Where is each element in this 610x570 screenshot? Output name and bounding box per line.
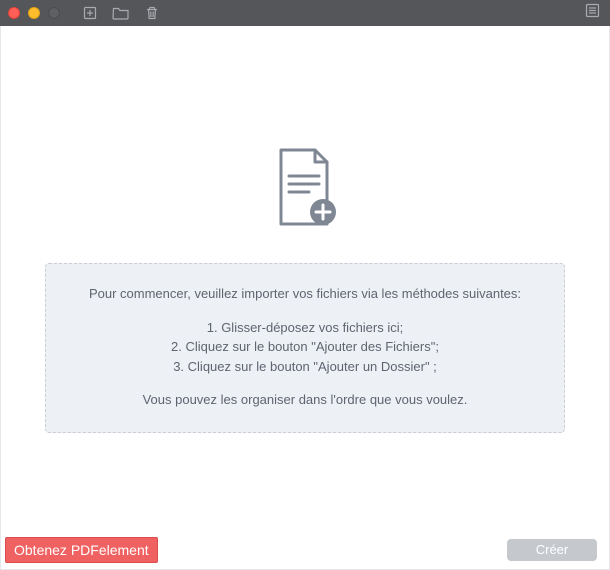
promo-button[interactable]: Obtenez PDFelement [5,537,158,563]
instruction-step-2: 2. Cliquez sur le bouton "Ajouter des Fi… [62,337,548,357]
add-file-icon[interactable] [82,5,98,21]
instructions-heading: Pour commencer, veuillez importer vos fi… [62,284,548,304]
instructions-footer: Vous pouvez les organiser dans l'ordre q… [62,390,548,410]
titlebar [0,0,610,26]
window-controls [8,7,60,19]
instructions-box: Pour commencer, veuillez importer vos fi… [45,263,565,433]
content-area: Pour commencer, veuillez importer vos fi… [0,26,610,570]
toolbar [82,5,160,21]
minimize-button[interactable] [28,7,40,19]
panel-icon[interactable] [585,3,600,23]
instruction-step-1: 1. Glisser-déposez vos fichiers ici; [62,318,548,338]
close-button[interactable] [8,7,20,19]
maximize-button [48,7,60,19]
folder-icon[interactable] [112,5,130,21]
drop-zone[interactable]: Pour commencer, veuillez importer vos fi… [45,146,565,433]
bottom-bar: Obtenez PDFelement Créer [1,535,609,569]
trash-icon[interactable] [144,5,160,21]
instruction-step-3: 3. Cliquez sur le bouton "Ajouter un Dos… [62,357,548,377]
create-button: Créer [507,539,597,561]
document-add-icon [269,146,341,239]
instructions-steps: 1. Glisser-déposez vos fichiers ici; 2. … [62,318,548,377]
